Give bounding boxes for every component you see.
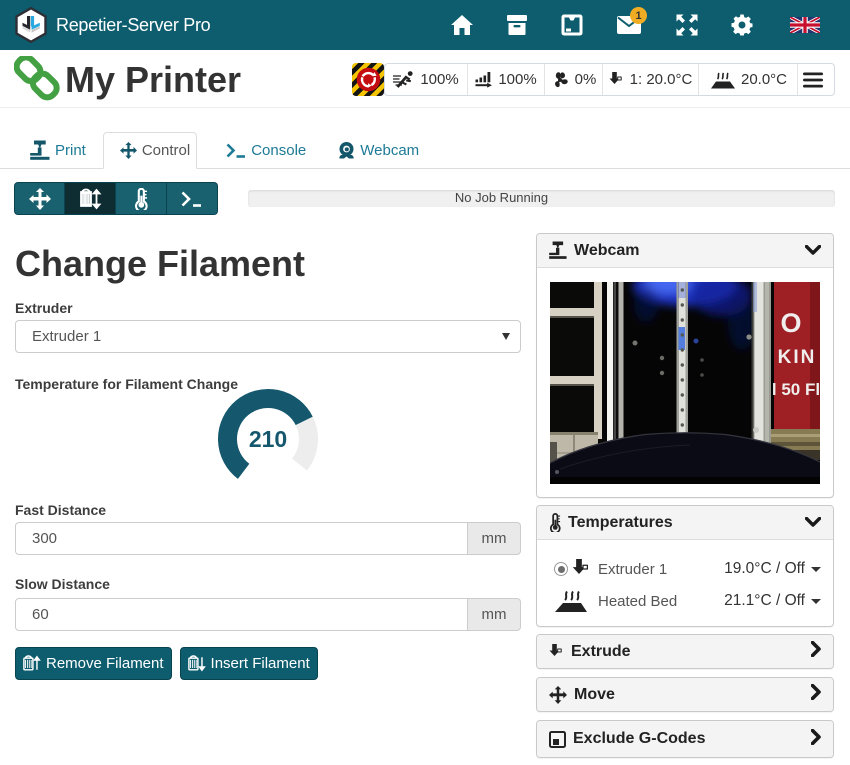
svg-text:O: O <box>780 308 801 338</box>
svg-text:210: 210 <box>249 426 287 452</box>
svg-text:KIN: KIN <box>778 347 817 368</box>
svg-text:l 50 Fl: l 50 Fl <box>772 380 820 399</box>
